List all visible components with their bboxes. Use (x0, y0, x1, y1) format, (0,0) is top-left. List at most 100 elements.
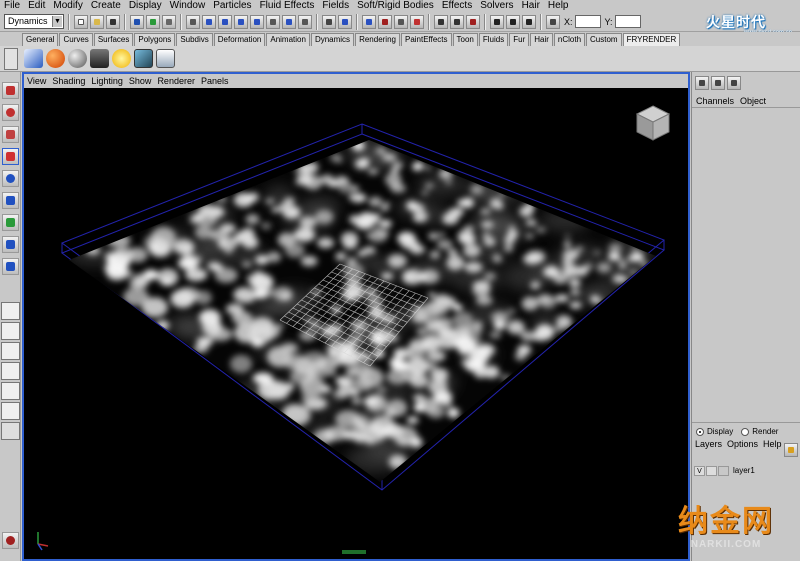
shelf-tab-fryrender[interactable]: FRYRENDER (622, 33, 681, 46)
highlight-selection-icon[interactable] (338, 14, 352, 29)
fryrender-portal-icon[interactable] (134, 49, 153, 68)
select-tool-icon[interactable] (2, 82, 19, 99)
layer-menu-layers[interactable]: Layers (695, 439, 722, 449)
layer-menu-help[interactable]: Help (763, 439, 782, 449)
shelf-tab-curves[interactable]: Curves (59, 33, 93, 46)
select-deformations-icon[interactable] (266, 14, 280, 29)
panel-menu-panels[interactable]: Panels (198, 74, 232, 88)
menu-fields[interactable]: Fields (318, 0, 353, 12)
layout-options-icon[interactable] (1, 422, 20, 440)
menu-file[interactable]: File (0, 0, 24, 12)
attribute-editor-icon[interactable] (695, 76, 709, 90)
panel-menu-view[interactable]: View (24, 74, 49, 88)
channel-box-icon[interactable] (727, 76, 741, 90)
menu-effects[interactable]: Effects (438, 0, 476, 12)
display-layers-radio[interactable]: Display (696, 427, 733, 436)
persp-hypershade-layout-icon[interactable] (1, 382, 20, 400)
construction-history-icon[interactable] (466, 14, 480, 29)
move-tool-icon[interactable] (2, 148, 19, 165)
shelf-tab-painteffects[interactable]: PaintEffects (400, 33, 452, 46)
menu-create[interactable]: Create (87, 0, 125, 12)
input-ops-icon[interactable] (434, 14, 448, 29)
fryrender-export-icon[interactable] (156, 49, 175, 68)
menu-window[interactable]: Window (166, 0, 210, 12)
channel-box-menu-channels[interactable]: Channels (696, 96, 734, 107)
shelf-tab-deformation[interactable]: Deformation (213, 33, 266, 46)
menu-modify[interactable]: Modify (49, 0, 86, 12)
show-manipulator-icon[interactable] (2, 258, 19, 275)
input-line-menu-icon[interactable] (546, 14, 560, 29)
shelf-tab-subdivs[interactable]: Subdivs (176, 33, 213, 46)
menu-help[interactable]: Help (544, 0, 573, 12)
shelf-tab-surfaces[interactable]: Surfaces (93, 33, 134, 46)
perspective-viewport-panel[interactable]: View Shading Lighting Show Renderer Panels (22, 72, 690, 561)
lasso-tool-icon[interactable] (2, 104, 19, 121)
perspective-view[interactable] (24, 88, 688, 559)
menu-set-dropdown[interactable]: Dynamics ▼ (4, 14, 64, 29)
fryrender-logo-icon[interactable] (24, 49, 43, 68)
render-frame-icon[interactable] (490, 14, 504, 29)
fryrender-material-editor-icon[interactable] (68, 49, 87, 68)
persp-outliner-layout-icon[interactable] (1, 342, 20, 360)
shelf-menu-button[interactable] (4, 48, 18, 70)
shelf-tab-ncloth[interactable]: nCloth (553, 33, 586, 46)
view-cube-icon[interactable] (634, 104, 672, 142)
output-ops-icon[interactable] (450, 14, 464, 29)
select-rendering-icon[interactable] (298, 14, 312, 29)
snap-curve-icon[interactable] (378, 14, 392, 29)
layer-color-swatch[interactable] (718, 465, 729, 476)
menu-particles[interactable]: Particles (209, 0, 255, 12)
coord-x-field[interactable] (574, 15, 601, 28)
panel-menu-renderer[interactable]: Renderer (154, 74, 198, 88)
select-handles-icon[interactable] (202, 14, 216, 29)
tool-settings-icon[interactable] (711, 76, 725, 90)
select-hierarchy-icon[interactable] (130, 14, 144, 29)
menu-display[interactable]: Display (125, 0, 166, 12)
shelf-tab-animation[interactable]: Animation (266, 33, 310, 46)
menu-hair[interactable]: Hair (518, 0, 544, 12)
shelf-tab-fur[interactable]: Fur (509, 33, 530, 46)
channel-box-menu-object[interactable]: Object (740, 96, 766, 107)
fryrender-camera-icon[interactable] (90, 49, 109, 68)
select-object-icon[interactable] (146, 14, 160, 29)
layer-menu-options[interactable]: Options (727, 439, 758, 449)
menu-fluid-effects[interactable]: Fluid Effects (256, 0, 319, 12)
lock-selection-icon[interactable] (322, 14, 336, 29)
shelf-tab-dynamics[interactable]: Dynamics (310, 33, 355, 46)
shelf-tab-rendering[interactable]: Rendering (355, 33, 400, 46)
fryrender-material-icon[interactable] (46, 49, 65, 68)
persp-graph-hypergraph-layout-icon[interactable] (1, 402, 20, 420)
create-layer-icon[interactable] (784, 443, 798, 457)
menu-soft-rigid-bodies[interactable]: Soft/Rigid Bodies (353, 0, 438, 12)
ipr-render-icon[interactable] (506, 14, 520, 29)
single-pane-layout-icon[interactable] (1, 302, 20, 320)
shelf-tab-toon[interactable]: Toon (452, 33, 478, 46)
panel-menu-show[interactable]: Show (126, 74, 155, 88)
render-layers-radio[interactable]: Render (741, 427, 778, 436)
select-surfaces-icon[interactable] (250, 14, 264, 29)
scale-tool-icon[interactable] (2, 192, 19, 209)
menu-solvers[interactable]: Solvers (476, 0, 517, 12)
soft-modification-icon[interactable] (2, 236, 19, 253)
snap-view-plane-icon[interactable] (410, 14, 424, 29)
four-pane-layout-icon[interactable] (1, 322, 20, 340)
universal-manipulator-icon[interactable] (2, 214, 19, 231)
select-dynamics-icon[interactable] (282, 14, 296, 29)
persp-graph-layout-icon[interactable] (1, 362, 20, 380)
shelf-tab-polygons[interactable]: Polygons (134, 33, 176, 46)
shelf-tab-fluids[interactable]: Fluids (478, 33, 509, 46)
fryrender-light-icon[interactable] (112, 49, 131, 68)
save-scene-icon[interactable] (106, 14, 120, 29)
rotate-tool-icon[interactable] (2, 170, 19, 187)
layer-visibility-toggle[interactable]: V (694, 465, 705, 476)
select-joints-icon[interactable] (218, 14, 232, 29)
layer-type-toggle[interactable] (706, 465, 717, 476)
shelf-tab-hair[interactable]: Hair (530, 33, 553, 46)
select-curves-icon[interactable] (234, 14, 248, 29)
panel-menu-shading[interactable]: Shading (49, 74, 88, 88)
panel-menu-lighting[interactable]: Lighting (88, 74, 126, 88)
snap-point-icon[interactable] (394, 14, 408, 29)
select-component-icon[interactable] (162, 14, 176, 29)
render-settings-icon[interactable] (522, 14, 536, 29)
chevron-down-icon[interactable]: ▼ (52, 16, 62, 27)
